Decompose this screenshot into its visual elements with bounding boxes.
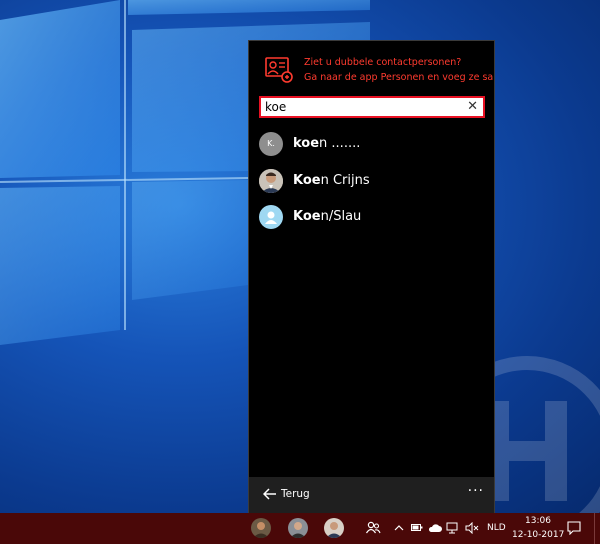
onedrive-cloud-icon[interactable] <box>428 522 442 534</box>
volume-muted-icon[interactable] <box>465 522 479 534</box>
contact-photo-icon <box>324 518 344 538</box>
result-name: Koen Crijns <box>293 173 370 188</box>
contact-photo-icon <box>288 518 308 538</box>
more-options-button[interactable]: ··· <box>468 483 484 499</box>
search-result-koen-slau[interactable]: Koen/Slau <box>259 203 489 233</box>
result-name-match: Koe <box>293 173 321 188</box>
panel-footer: Terug ··· <box>249 477 494 513</box>
result-name-rest: n/Slau <box>320 209 362 224</box>
clock-time[interactable]: 13:06 <box>522 516 554 526</box>
pinned-contact-1[interactable] <box>251 518 271 538</box>
chevron-up-icon[interactable] <box>394 523 404 533</box>
pinned-contact-3[interactable] <box>324 518 344 538</box>
contact-search-input[interactable] <box>265 99 461 115</box>
result-name: koen ....... <box>293 136 360 151</box>
network-icon[interactable] <box>446 522 460 534</box>
search-result-koen-crijns[interactable]: Koen Crijns <box>259 167 489 197</box>
result-name-match: Koe <box>293 209 321 224</box>
people-merge-icon <box>265 57 293 83</box>
contact-search-box[interactable]: ✕ <box>259 96 485 118</box>
back-label: Terug <box>281 488 310 500</box>
avatar-initial: K. <box>259 132 283 156</box>
pinned-contact-2[interactable] <box>288 518 308 538</box>
notice-line-2: Ga naar de app Personen en voeg ze samen <box>304 72 494 83</box>
back-arrow-icon <box>263 488 276 500</box>
language-indicator[interactable]: NLD <box>487 523 506 533</box>
people-panel: Ziet u dubbele contactpersonen? Ga naar … <box>248 40 495 513</box>
result-name-rest: n ....... <box>319 136 361 151</box>
show-desktop-button[interactable] <box>594 513 600 544</box>
person-photo-icon <box>259 169 283 193</box>
result-name-match: koe <box>293 136 320 151</box>
search-result-koen-dots[interactable]: K. koen ....... <box>259 130 489 160</box>
duplicate-contacts-notice[interactable]: Ziet u dubbele contactpersonen? Ga naar … <box>265 55 494 89</box>
avatar-photo <box>259 169 283 193</box>
result-name: Koen/Slau <box>293 209 361 224</box>
notice-line-1: Ziet u dubbele contactpersonen? <box>304 57 462 68</box>
person-silhouette-icon <box>265 211 277 224</box>
clear-search-icon[interactable]: ✕ <box>467 98 478 116</box>
clock-date[interactable]: 12-10-2017 <box>512 530 564 540</box>
battery-icon[interactable] <box>411 523 423 533</box>
action-center-icon[interactable] <box>567 521 581 535</box>
people-icon[interactable] <box>365 520 381 536</box>
result-name-rest: n Crijns <box>320 173 370 188</box>
avatar-generic <box>259 205 283 229</box>
taskbar: NLD 13:06 12-10-2017 <box>0 513 600 544</box>
contact-photo-icon <box>251 518 271 538</box>
